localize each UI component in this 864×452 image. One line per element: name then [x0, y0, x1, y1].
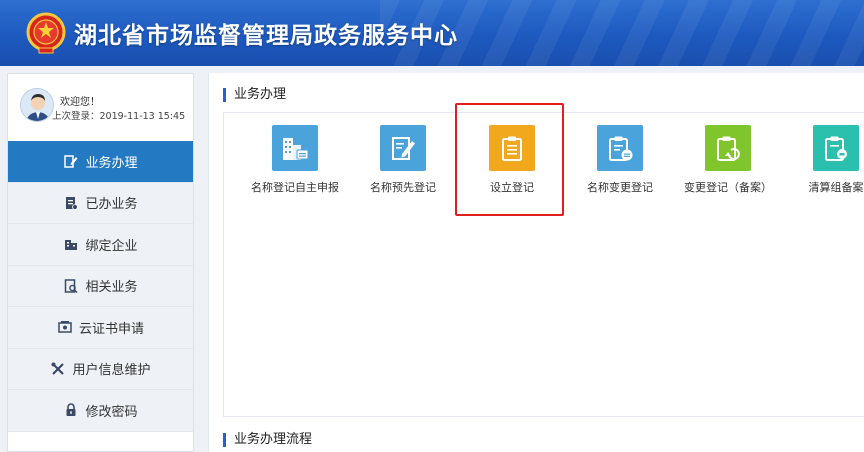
tools-icon [50, 361, 66, 377]
sidebar-menu: 业务办理 已办业务 绑定企业 相关业务 云证书申请 用户信息维护 修改密码 [8, 141, 193, 432]
search-document-icon [63, 278, 79, 294]
section-title-business: 业务办理 [223, 88, 286, 102]
user-avatar-icon [21, 89, 53, 121]
avatar [20, 88, 54, 122]
section-title-process: 业务办理流程 [223, 433, 312, 447]
sidebar-item-related[interactable]: 相关业务 [8, 265, 193, 307]
welcome-text: 欢迎您！ [60, 97, 100, 108]
document-icon [63, 195, 79, 211]
sidebar-item-label: 用户信息维护 [72, 363, 151, 379]
clipboard-edit-icon [597, 125, 643, 171]
certificate-icon [57, 319, 73, 335]
sidebar-item-label: 相关业务 [85, 280, 138, 296]
sidebar-item-label: 业务办理 [85, 155, 138, 171]
sidebar: 欢迎您！ 上次登录：2019-11-13 15:45 业务办理 已办业务 绑定企… [7, 73, 194, 452]
service-name-self-report[interactable]: 名称登记自主申报 [241, 125, 349, 195]
clipboard-stamp-icon [813, 125, 859, 171]
user-info: 欢迎您！ 上次登录：2019-11-13 15:45 [8, 74, 193, 140]
national-emblem-icon [26, 12, 66, 54]
building-report-icon [272, 125, 318, 171]
lock-icon [63, 402, 79, 418]
building-icon [63, 236, 79, 252]
edit-icon [63, 153, 79, 169]
last-login-text: 上次登录：2019-11-13 15:45 [52, 111, 186, 122]
service-change-filing[interactable]: 变更登记（备案） [674, 125, 782, 195]
clipboard-refresh-icon [705, 125, 751, 171]
service-label: 名称登记自主申报 [251, 181, 339, 194]
sidebar-item-label: 云证书申请 [78, 321, 144, 337]
sidebar-item-business[interactable]: 业务办理 [8, 141, 193, 183]
service-label: 名称预先登记 [370, 181, 436, 194]
sidebar-item-change-password[interactable]: 修改密码 [8, 390, 193, 432]
site-title: 湖北省市场监督管理局政务服务中心 [74, 23, 458, 49]
sidebar-item-label: 修改密码 [85, 404, 138, 420]
sidebar-item-label: 绑定企业 [85, 238, 138, 254]
sidebar-item-user-info[interactable]: 用户信息维护 [8, 348, 193, 390]
pencil-document-icon [380, 125, 426, 171]
sidebar-item-cloud-cert[interactable]: 云证书申请 [8, 307, 193, 349]
sidebar-item-label: 已办业务 [85, 197, 138, 213]
sidebar-item-bind-company[interactable]: 绑定企业 [8, 224, 193, 266]
header-banner: 湖北省市场监督管理局政务服务中心 [0, 0, 864, 66]
service-name-pre-registration[interactable]: 名称预先登记 [349, 125, 457, 195]
service-label: 清算组备案 [808, 181, 864, 194]
service-label: 变更登记（备案） [684, 181, 772, 194]
highlight-box [455, 103, 564, 216]
service-label: 名称变更登记 [587, 181, 653, 194]
service-name-change-registration[interactable]: 名称变更登记 [566, 125, 674, 195]
service-liquidation-filing[interactable]: 清算组备案 [782, 125, 864, 195]
sidebar-item-completed[interactable]: 已办业务 [8, 182, 193, 224]
